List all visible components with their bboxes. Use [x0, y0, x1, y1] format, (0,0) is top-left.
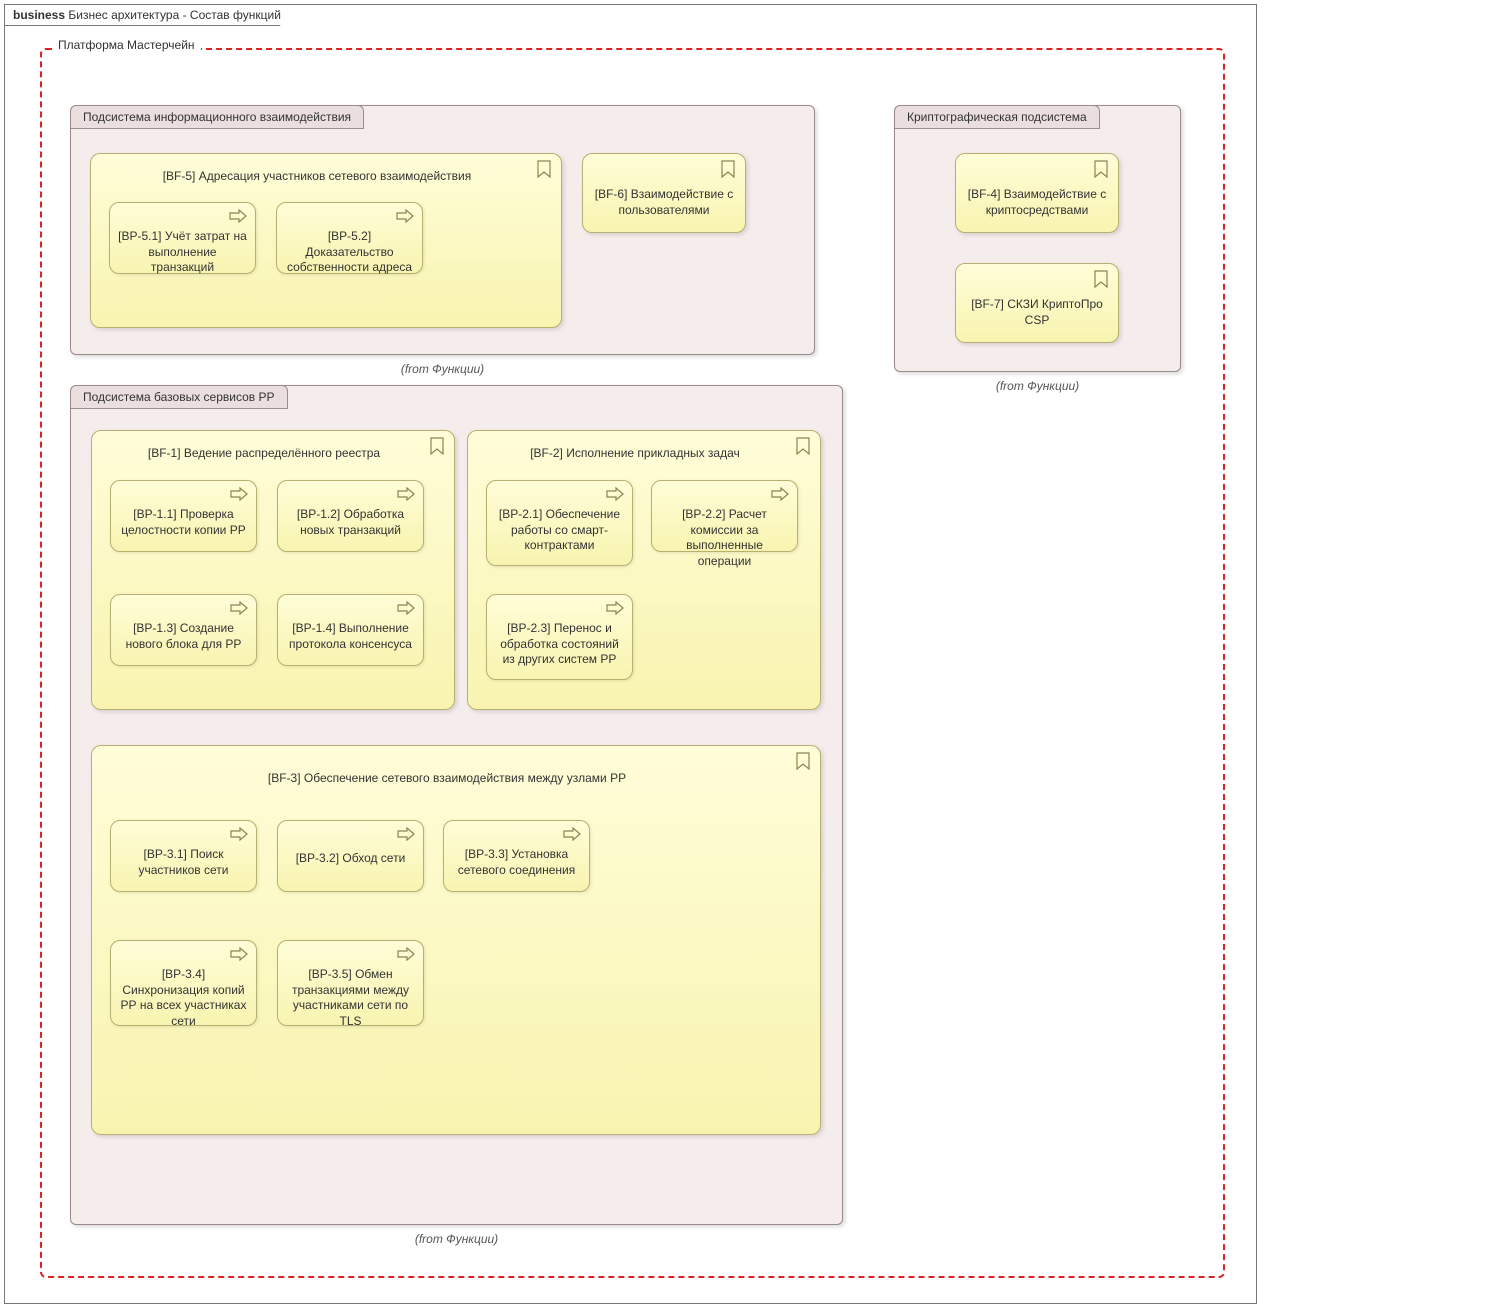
bf-1: [BF-1] Ведение распределённого реестра: [91, 430, 455, 710]
bp-1-1: [BP-1.1] Проверка целостности копии РР: [110, 480, 257, 552]
arrow-icon: [606, 487, 624, 501]
arrow-icon: [230, 827, 248, 841]
frame-title: Бизнес архитектура - Состав функций: [68, 8, 281, 22]
bp-1-2-title: [BP-1.2] Обработка новых транзакций: [286, 507, 415, 538]
bf-6-title: [BF-6] Взаимодействие с пользователями: [593, 186, 735, 218]
bp-2-2: [BP-2.2] Расчет комиссии за выполненные …: [651, 480, 798, 552]
bp-1-4: [BP-1.4] Выполнение протокола консенсуса: [277, 594, 424, 666]
bp-3-1: [BP-3.1] Поиск участников сети: [110, 820, 257, 892]
bp-1-2: [BP-1.2] Обработка новых транзакций: [277, 480, 424, 552]
arrow-icon: [396, 209, 414, 223]
from-label-crypto: (from Функции): [996, 379, 1079, 393]
bp-1-3: [BP-1.3] Создание нового блока для РР: [110, 594, 257, 666]
subsystem-crypto-tab: Криптографическая подсистема: [894, 105, 1100, 129]
bp-3-3-title: [BP-3.3] Установка сетевого соединения: [452, 847, 581, 878]
bp-3-4: [BP-3.4] Синхронизация копий РР на всех …: [110, 940, 257, 1026]
bf-6: [BF-6] Взаимодействие с пользователями: [582, 153, 746, 233]
subsystem-base-tab: Подсистема базовых сервисов РР: [70, 385, 288, 409]
arrow-icon: [230, 601, 248, 615]
bp-5-1-title: [BP-5.1] Учёт затрат на выполнение транз…: [118, 229, 247, 276]
arrow-icon: [230, 947, 248, 961]
from-label-base: (from Функции): [415, 1232, 498, 1246]
bf-4: [BF-4] Взаимодействие с криптосредствами: [955, 153, 1119, 233]
bf-5-title: [BF-5] Адресация участников сетевого вза…: [103, 168, 531, 184]
bp-2-1: [BP-2.1] Обеспечение работы со смарт-кон…: [486, 480, 633, 566]
platform-label: Платформа Мастерчейн: [52, 38, 201, 52]
diagram-frame-tab: business Бизнес архитектура - Состав фун…: [4, 4, 292, 26]
bp-1-3-title: [BP-1.3] Создание нового блока для РР: [119, 621, 248, 652]
arrow-icon: [230, 487, 248, 501]
bf-2-title: [BF-2] Исполнение прикладных задач: [480, 445, 790, 461]
bp-5-2: [BP-5.2] Доказательство собственности ад…: [276, 202, 423, 274]
bp-3-3: [BP-3.3] Установка сетевого соединения: [443, 820, 590, 892]
bp-5-2-title: [BP-5.2] Доказательство собственности ад…: [285, 229, 414, 276]
bookmark-icon: [796, 437, 812, 455]
bp-2-3: [BP-2.3] Перенос и обработка состояний и…: [486, 594, 633, 680]
arrow-icon: [229, 209, 247, 223]
bp-2-3-title: [BP-2.3] Перенос и обработка состояний и…: [495, 621, 624, 668]
bp-3-5: [BP-3.5] Обмен транзакциями между участн…: [277, 940, 424, 1026]
bp-1-1-title: [BP-1.1] Проверка целостности копии РР: [119, 507, 248, 538]
arrow-icon: [397, 827, 415, 841]
subsystem-info-tab: Подсистема информационного взаимодействи…: [70, 105, 364, 129]
bp-5-1: [BP-5.1] Учёт затрат на выполнение транз…: [109, 202, 256, 274]
bookmark-icon: [1094, 160, 1110, 178]
arrow-icon: [563, 827, 581, 841]
from-label-info: (from Функции): [401, 362, 484, 376]
bookmark-icon: [537, 160, 553, 178]
bf-3-title: [BF-3] Обеспечение сетевого взаимодейств…: [104, 770, 790, 786]
bf-7: [BF-7] СКЗИ КриптоПро CSP: [955, 263, 1119, 343]
bookmark-icon: [430, 437, 446, 455]
bp-1-4-title: [BP-1.4] Выполнение протокола консенсуса: [286, 621, 415, 652]
bp-3-2-title: [BP-3.2] Обход сети: [286, 851, 415, 867]
arrow-icon: [397, 601, 415, 615]
bf-7-title: [BF-7] СКЗИ КриптоПро CSP: [966, 296, 1108, 328]
bp-2-2-title: [BP-2.2] Расчет комиссии за выполненные …: [660, 507, 789, 569]
arrow-icon: [771, 487, 789, 501]
bp-2-1-title: [BP-2.1] Обеспечение работы со смарт-кон…: [495, 507, 624, 554]
frame-prefix: business: [13, 8, 65, 22]
bf-1-title: [BF-1] Ведение распределённого реестра: [104, 445, 424, 461]
bookmark-icon: [721, 160, 737, 178]
arrow-icon: [606, 601, 624, 615]
bf-4-title: [BF-4] Взаимодействие с криптосредствами: [966, 186, 1108, 218]
bookmark-icon: [796, 752, 812, 770]
bp-3-2: [BP-3.2] Обход сети: [277, 820, 424, 892]
bp-3-5-title: [BP-3.5] Обмен транзакциями между участн…: [286, 967, 415, 1029]
bp-3-1-title: [BP-3.1] Поиск участников сети: [119, 847, 248, 878]
arrow-icon: [397, 487, 415, 501]
bookmark-icon: [1094, 270, 1110, 288]
arrow-icon: [397, 947, 415, 961]
bp-3-4-title: [BP-3.4] Синхронизация копий РР на всех …: [119, 967, 248, 1029]
